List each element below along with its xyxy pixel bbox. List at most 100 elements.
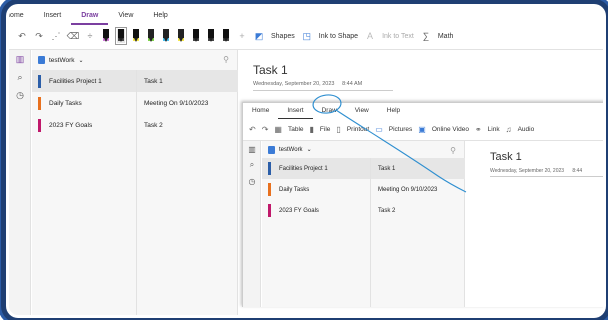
filter-icon[interactable]: ⚲ [223,55,229,64]
chevron-down-icon: ⌄ [78,57,84,64]
page-item[interactable]: Meeting On 9/10/2023 [137,92,238,114]
add-pen-icon[interactable]: + [237,30,247,42]
section-list: Facilities Project 1 Daily Tasks 2023 FY… [32,70,136,136]
pen-dark-icon[interactable] [192,29,200,43]
section-label: Facilities Project 1 [49,77,102,85]
tab-help[interactable]: Help [143,7,177,25]
eraser-icon[interactable]: ⌫ [67,30,80,42]
highlighter-green-icon[interactable] [147,29,155,43]
ink-to-shape-icon[interactable]: ◳ [302,30,312,42]
inset-section-list: Facilities Project 1 Daily Tasks 2023 FY… [262,158,370,221]
section-item[interactable]: 2023 FY Goals [32,114,136,136]
notebook-name: testWork [49,56,75,64]
inset-link-icon: ⚭ [474,124,482,134]
inset-page-item: Meeting On 9/10/2023 [378,186,438,193]
section-label: 2023 FY Goals [49,121,93,129]
math-button[interactable]: Math [438,33,454,40]
inset-notebook-icon [268,145,275,154]
inset-recent-icon: ◷ [248,176,256,186]
inset-section-label: Facilities Project 1 [279,165,328,172]
page-time: 8:44 AM [342,81,363,87]
pen-dark3-icon[interactable] [222,29,230,43]
left-navigation: ▥ ⌕ ◷ [9,50,31,315]
inset-pictures-label: Pictures [388,125,413,133]
notebook-selector[interactable]: testWork ⌄ ⚲ [32,50,237,70]
inset-tab-help: Help [386,107,401,114]
tab-draw[interactable]: Draw [71,7,109,25]
inset-section-color-tab [268,183,271,196]
tab-insert[interactable]: Insert [34,7,72,25]
inset-redo-icon: ↷ [261,124,269,134]
ribbon-tabs: Home Insert Draw View Help [9,7,603,25]
page-date: Wednesday, September 20, 2023 [253,81,335,87]
inset-left-navigation: ▥ ⌕ ◷ [243,141,261,307]
inset-section-color-tab [268,162,271,175]
embedded-screenshot: Home Insert Draw View Help ↶ ↷ ▦ Table ▮… [242,102,603,307]
notebook-pane: testWork ⌄ ⚲ Facilities Project 1 Daily … [32,50,238,315]
inset-page-date: Wednesday, September 20, 2023 [490,168,565,174]
page-list: Task 1 Meeting On 9/10/2023 Task 2 [136,70,238,315]
page-title[interactable]: Task 1 [253,63,288,77]
onenote-window: Home Insert Draw View Help ↶ ↷ ⋰ ⌫ ÷ + ◩… [9,7,603,315]
tab-home[interactable]: Home [9,7,34,25]
inset-audio-label: Audio [517,125,535,133]
pen-dark2-icon[interactable] [207,29,215,43]
inset-table-icon: ▦ [274,124,282,134]
inset-notebook-name: testWork [279,146,303,153]
section-color-tab [38,118,41,132]
page-datetime: Wednesday, September 20, 2023 8:44 AM [253,81,393,91]
tab-view[interactable]: View [108,7,143,25]
page-item[interactable]: Task 1 [137,70,238,92]
inset-printout-icon: ▯ [336,124,341,134]
add-space-icon[interactable]: ÷ [85,30,95,42]
inset-section-label: Daily Tasks [279,186,310,193]
inset-table-label: Table [287,125,304,133]
redo-icon[interactable]: ↷ [34,30,44,42]
math-icon[interactable]: ∑ [421,30,431,42]
inset-page-datetime: Wednesday, September 20, 2023 8:44 [490,168,603,177]
pen-pink-icon[interactable] [102,29,110,43]
highlighter-yellow-icon[interactable] [132,29,140,43]
inset-tab-view: View [354,107,369,114]
shapes-icon[interactable]: ◩ [254,30,264,42]
inset-undo-icon: ↶ [249,124,256,134]
inset-page-canvas: Task 1 Wednesday, September 20, 2023 8:4… [466,141,603,307]
highlighter-yellow2-icon[interactable] [177,29,185,43]
section-item[interactable]: Daily Tasks [32,92,136,114]
recent-icon[interactable]: ◷ [9,86,31,104]
inset-online-video-label: Online Video [431,125,469,133]
inset-tab-draw: Draw [321,107,337,114]
section-item[interactable]: Facilities Project 1 [32,70,136,92]
inset-page-item: Task 2 [378,207,396,214]
inset-section-label: 2023 FY Goals [279,207,319,214]
inset-section-item: Facilities Project 1 [262,158,370,179]
inset-file-label: File [319,125,331,133]
page-item[interactable]: Task 2 [137,114,238,136]
undo-icon[interactable]: ↶ [17,30,27,42]
inset-ribbon-tabs: Home Insert Draw View Help [243,103,603,119]
inset-filter-icon: ⚲ [450,146,456,155]
inset-section-item: Daily Tasks [262,179,370,200]
inset-printout-label: Printout [346,125,370,133]
search-icon[interactable]: ⌕ [9,68,31,86]
highlighter-blue-icon[interactable] [162,29,170,43]
pen-black-icon[interactable] [115,27,127,45]
ink-to-text-button[interactable]: Ink to Text [382,33,414,40]
inset-section-color-tab [268,204,271,217]
inset-tab-home: Home [252,107,270,114]
inset-chevron-down-icon: ⌄ [306,147,312,153]
inset-notebook-pane: testWork ⌄ ⚲ Facilities Project 1 Daily … [262,141,465,307]
notebook-icon [38,56,45,64]
inset-page-title: Task 1 [490,151,522,163]
ink-to-text-icon[interactable]: A [365,30,375,42]
lasso-select-icon[interactable]: ⋰ [51,30,61,42]
section-color-tab [38,96,41,110]
inset-notebook-selector: testWork ⌄ ⚲ [262,141,464,158]
ink-to-shape-button[interactable]: Ink to Shape [319,33,358,40]
inset-tab-insert: Insert [278,103,313,119]
section-color-tab [38,74,41,88]
inset-audio-icon: ♫ [505,124,512,134]
shapes-button[interactable]: Shapes [271,33,295,40]
section-label: Daily Tasks [49,99,82,107]
notebooks-icon[interactable]: ▥ [9,50,31,68]
